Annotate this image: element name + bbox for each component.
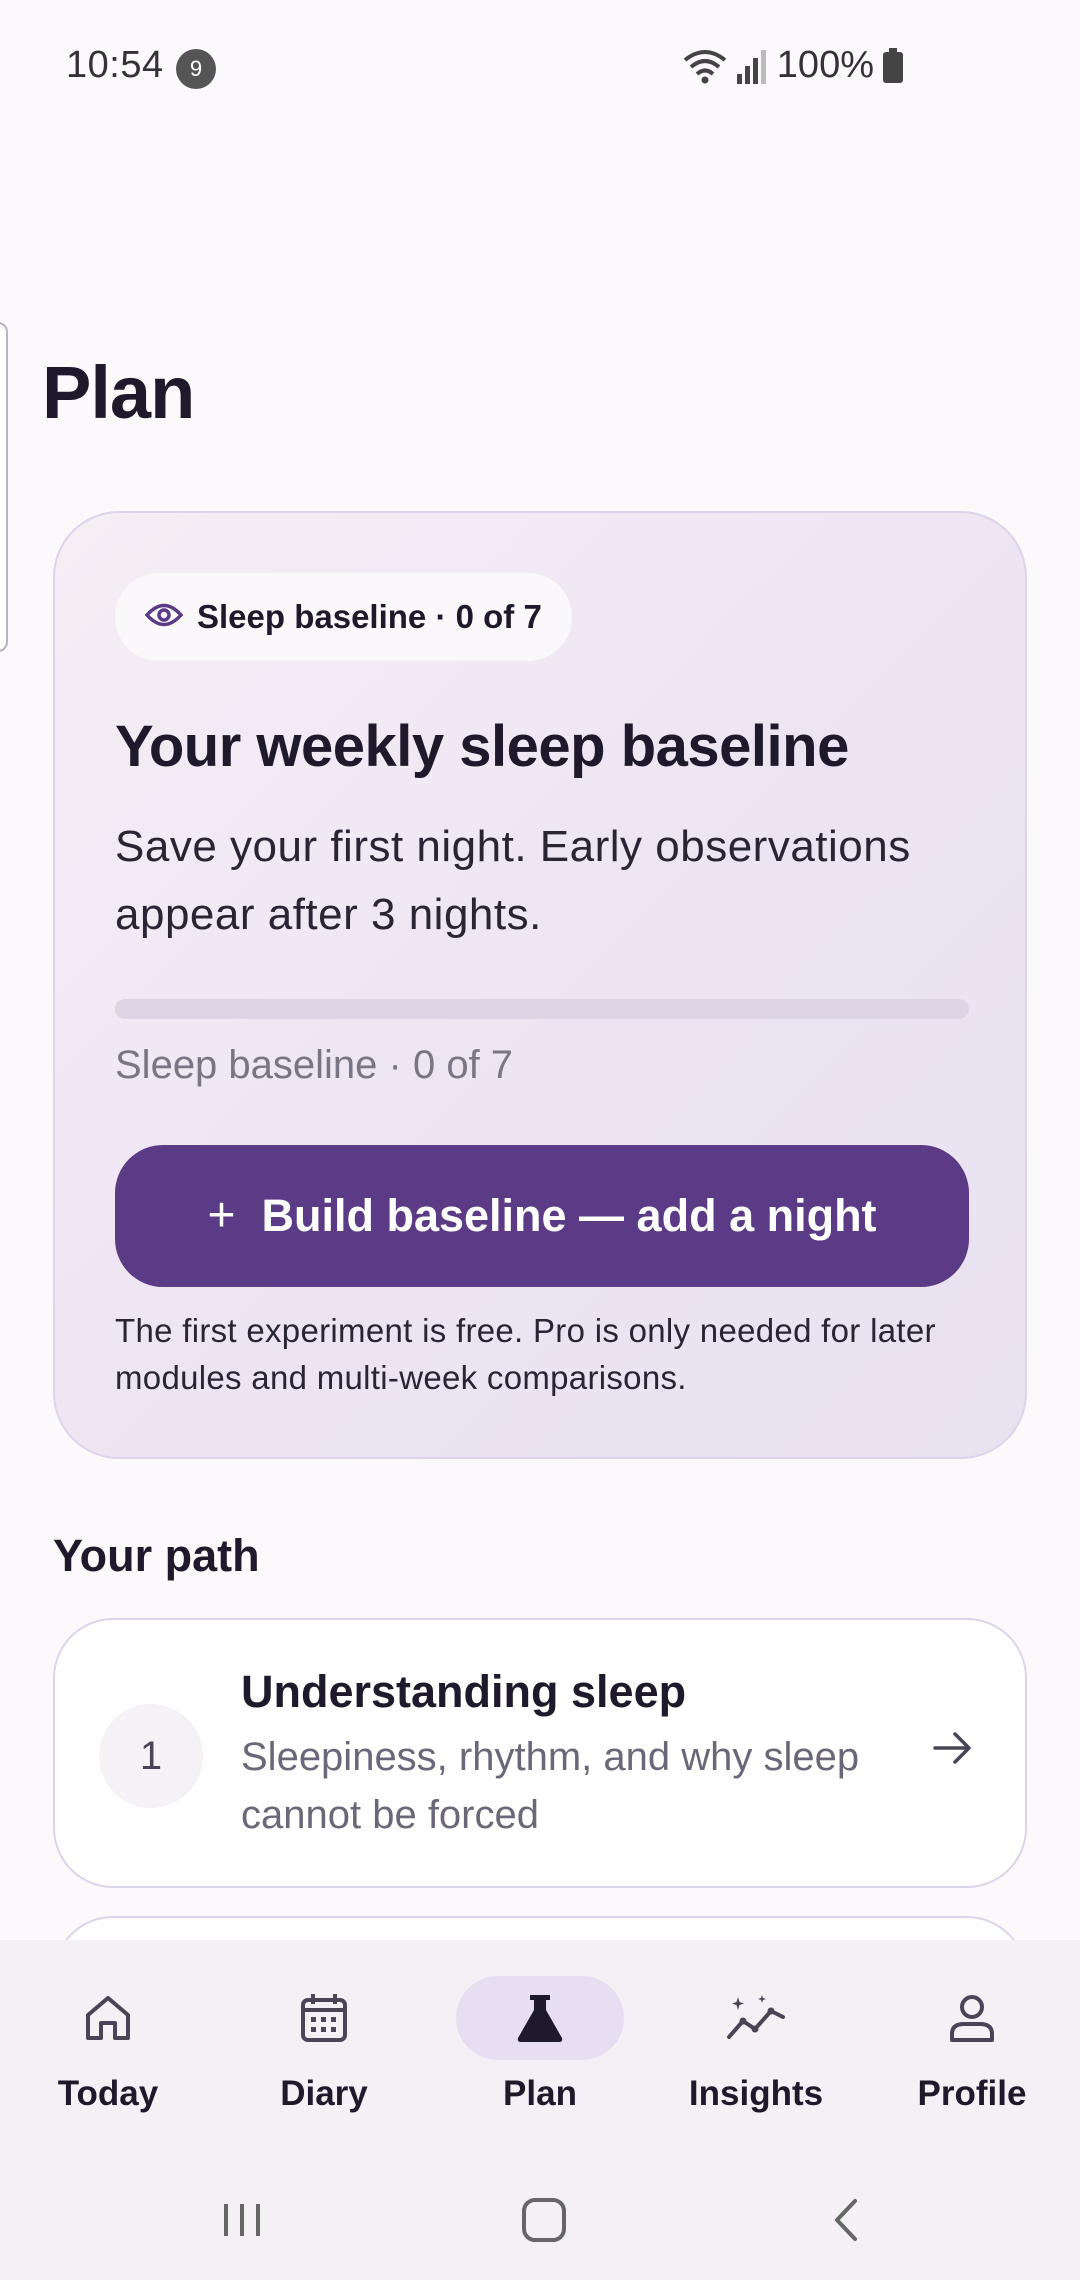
recents-icon[interactable] — [212, 2190, 272, 2250]
system-navigation-bar — [0, 2160, 1080, 2280]
status-right-group: 100% — [683, 44, 904, 87]
nav-label-today: Today — [57, 2074, 159, 2113]
home-button-icon[interactable] — [514, 2190, 574, 2250]
baseline-progress-bar — [115, 999, 969, 1019]
nav-label-profile: Profile — [917, 2074, 1027, 2113]
nav-item-today[interactable]: Today — [0, 1976, 216, 2136]
nav-label-plan: Plan — [503, 2074, 577, 2113]
nav-item-profile[interactable]: Profile — [864, 1976, 1080, 2136]
build-baseline-label: Build baseline — add a night — [261, 1190, 877, 1241]
nav-item-plan[interactable]: Plan — [432, 1976, 648, 2136]
nav-item-insights[interactable]: Insights — [648, 1976, 864, 2136]
wifi-icon — [683, 46, 727, 86]
eye-icon — [144, 602, 184, 633]
page-title: Plan — [42, 351, 195, 434]
calendar-icon — [240, 1976, 408, 2060]
baseline-card-title: Your weekly sleep baseline — [115, 714, 849, 779]
baseline-status-chip: Sleep baseline · 0 of 7 — [115, 573, 572, 661]
module-number: 1 — [99, 1704, 203, 1808]
baseline-card-description: Save your first night. Early observation… — [115, 822, 911, 939]
baseline-progress-label: Sleep baseline · 0 of 7 — [115, 1043, 514, 1087]
sparkline-icon — [672, 1976, 840, 2060]
pro-info-note: The first experiment is free. Pro is onl… — [115, 1312, 936, 1396]
build-baseline-button[interactable]: + Build baseline — add a night — [115, 1145, 969, 1287]
status-bar: 10:54 9 100% — [0, 0, 1080, 135]
nav-item-diary[interactable]: Diary — [216, 1976, 432, 2136]
battery-icon — [882, 47, 904, 84]
nav-label-diary: Diary — [280, 2074, 368, 2113]
arrow-right-icon — [931, 1726, 975, 1775]
module-card-understanding-sleep[interactable]: 1 Understanding sleep Sleepiness, rhythm… — [53, 1618, 1027, 1888]
notification-count-badge: 9 — [176, 49, 216, 89]
edge-panel-handle[interactable] — [0, 322, 8, 652]
module-description: Sleepiness, rhythm, and why sleep cannot… — [241, 1735, 860, 1837]
back-icon[interactable] — [816, 2190, 876, 2250]
plus-icon: + — [207, 1189, 236, 1242]
signal-icon — [735, 46, 769, 86]
battery-percent: 100% — [776, 44, 874, 86]
your-path-heading: Your path — [53, 1530, 260, 1581]
nav-label-insights: Insights — [688, 2074, 824, 2113]
home-icon — [24, 1976, 192, 2060]
flask-icon — [456, 1976, 624, 2060]
module-title: Understanding sleep — [241, 1666, 687, 1717]
chip-label: Sleep baseline · 0 of 7 — [197, 598, 542, 635]
person-icon — [888, 1976, 1056, 2060]
status-time: 10:54 — [66, 44, 164, 86]
baseline-card: Sleep baseline · 0 of 7 Your weekly slee… — [53, 511, 1027, 1459]
